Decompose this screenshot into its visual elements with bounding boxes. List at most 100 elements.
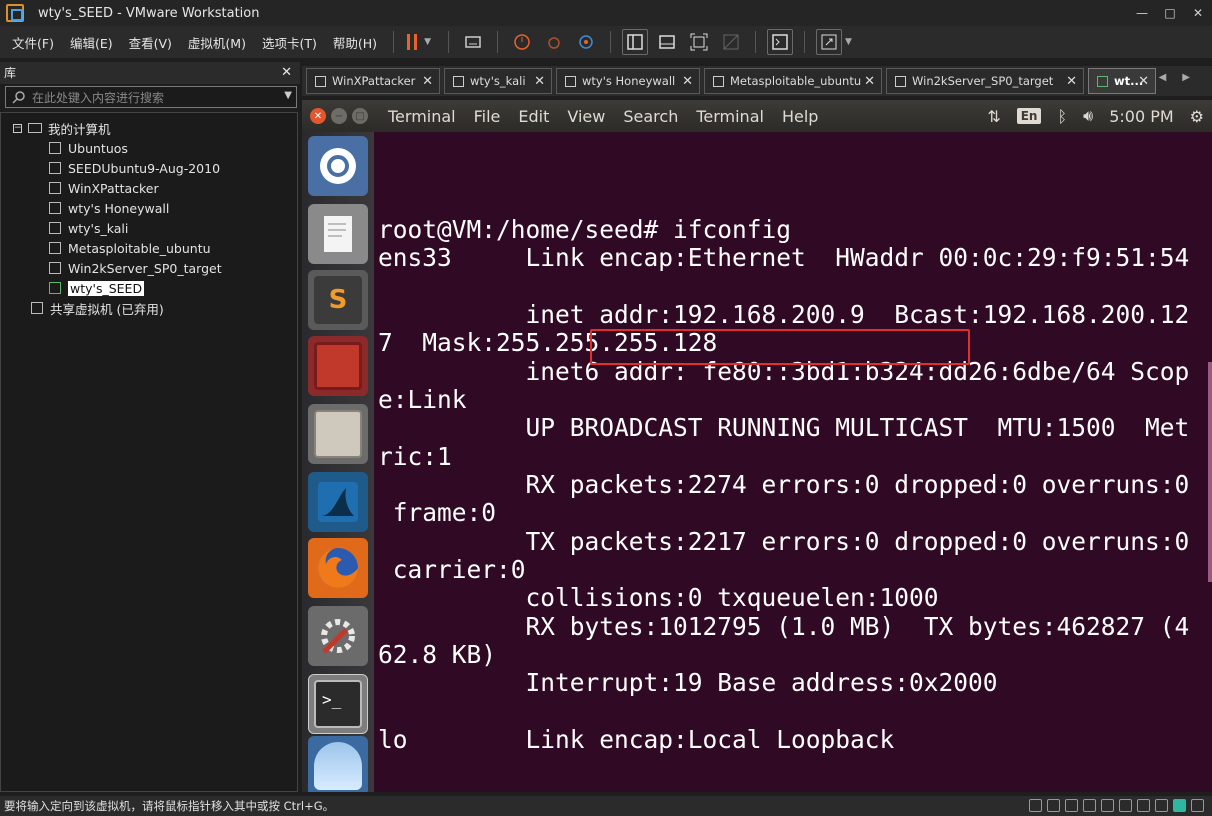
launcher-dash-button[interactable] bbox=[308, 136, 368, 196]
sound-icon[interactable] bbox=[1101, 799, 1114, 812]
take-snapshot-button[interactable] bbox=[509, 29, 535, 55]
unity-mode-button[interactable] bbox=[718, 29, 744, 55]
close-tab-icon[interactable]: ✕ bbox=[1138, 74, 1149, 89]
menu-file[interactable]: 文件(F) bbox=[4, 33, 62, 52]
keyboard-icon bbox=[465, 36, 481, 48]
menu-edit[interactable]: 编辑(E) bbox=[62, 33, 121, 52]
launcher-app-button[interactable] bbox=[308, 336, 368, 396]
tree-vm-item[interactable]: wty's_kali bbox=[49, 219, 128, 237]
show-library-button[interactable] bbox=[622, 29, 649, 55]
ubuntu-launcher: S >_ bbox=[302, 132, 374, 792]
launcher-firefox-button[interactable] bbox=[308, 538, 368, 598]
close-tab-icon[interactable]: ✕ bbox=[864, 74, 875, 89]
ubuntu-menu-file[interactable]: File bbox=[474, 107, 501, 126]
terminal-scrollbar[interactable] bbox=[1208, 362, 1212, 582]
vm-icon bbox=[49, 222, 61, 234]
shared-label: 共享虚拟机 (已弃用) bbox=[50, 301, 164, 317]
launcher-trash-button[interactable] bbox=[308, 736, 368, 792]
clock[interactable]: 5:00 PM bbox=[1109, 107, 1173, 126]
maximize-button[interactable]: □ bbox=[1156, 0, 1184, 26]
terminal-line: inet addr:192.168.200.9 Bcast:192.168.20… bbox=[378, 300, 1190, 329]
chevron-down-icon[interactable]: ▼ bbox=[845, 37, 852, 47]
close-tab-icon[interactable]: ✕ bbox=[1066, 74, 1077, 89]
launcher-text-editor-button[interactable] bbox=[308, 204, 368, 264]
minimize-button[interactable]: — bbox=[1128, 0, 1156, 26]
menu-view[interactable]: 查看(V) bbox=[121, 33, 180, 52]
launcher-settings-button[interactable] bbox=[308, 606, 368, 666]
terminal-line: UP BROADCAST RUNNING MULTICAST MTU:1500 … bbox=[378, 413, 1190, 442]
menu-vm[interactable]: 虚拟机(M) bbox=[180, 33, 254, 52]
sublime-icon: S bbox=[314, 276, 362, 324]
tree-vm-item[interactable]: wty's Honeywall bbox=[49, 199, 169, 217]
ubuntu-menu-help[interactable]: Help bbox=[782, 107, 818, 126]
tree-vm-item[interactable]: Win2kServer_SP0_target bbox=[49, 259, 222, 277]
ubuntu-menu-view[interactable]: View bbox=[567, 107, 605, 126]
close-window-button[interactable]: ✕ bbox=[1184, 0, 1212, 26]
ubuntu-menu-edit[interactable]: Edit bbox=[518, 107, 549, 126]
vm-console[interactable]: ✕ − □ Terminal File Edit View Search Ter… bbox=[302, 100, 1212, 792]
window-maximize-icon[interactable]: □ bbox=[352, 108, 368, 124]
snapshot-manager-button[interactable] bbox=[573, 29, 599, 55]
network-adapter-icon[interactable] bbox=[1065, 799, 1078, 812]
tree-shared-vms[interactable]: 共享虚拟机 (已弃用) bbox=[31, 299, 164, 317]
terminal-line: ric:1 bbox=[378, 442, 452, 471]
vm-icon bbox=[453, 75, 464, 87]
tab-metasploitable[interactable]: Metasploitable_ubuntu ✕ bbox=[704, 68, 882, 94]
vmware-app-icon[interactable] bbox=[6, 4, 24, 22]
window-minimize-icon[interactable]: − bbox=[331, 108, 347, 124]
send-ctrl-alt-del-button[interactable] bbox=[460, 29, 486, 55]
pause-vm-button[interactable]: ▼ bbox=[405, 29, 431, 55]
tab-wty-seed-active[interactable]: wt... ✕ bbox=[1088, 68, 1156, 94]
tab-win2kserver[interactable]: Win2kServer_SP0_target ✕ bbox=[886, 68, 1084, 94]
tree-vm-item[interactable]: Metasploitable_ubuntu bbox=[49, 239, 211, 257]
keyboard-language-badge[interactable]: En bbox=[1016, 108, 1042, 124]
full-screen-button[interactable] bbox=[686, 29, 712, 55]
launcher-sublime-button[interactable]: S bbox=[308, 270, 368, 330]
bluetooth-device-icon[interactable] bbox=[1155, 799, 1168, 812]
usb-icon[interactable] bbox=[1083, 799, 1096, 812]
tree-vm-item[interactable]: Ubuntuos bbox=[49, 139, 128, 157]
snapshot-clock-icon bbox=[514, 34, 530, 50]
bluetooth-icon[interactable]: ᛒ bbox=[1057, 107, 1067, 126]
menu-help[interactable]: 帮助(H) bbox=[325, 33, 385, 52]
terminal-output[interactable]: root@VM:/home/seed# ifconfig ens33 Link … bbox=[378, 132, 1212, 792]
tab-scroll-arrows[interactable]: ◀▶ bbox=[1159, 72, 1206, 83]
stretch-icon bbox=[821, 34, 837, 50]
terminal-app-title: Terminal bbox=[388, 106, 456, 126]
tree-vm-item[interactable]: WinXPattacker bbox=[49, 179, 159, 197]
volume-icon[interactable]: 🔊︎ bbox=[1083, 106, 1093, 126]
network-icon[interactable]: ⇅ bbox=[987, 107, 1000, 126]
launcher-wireshark-button[interactable] bbox=[308, 472, 368, 532]
close-library-icon[interactable]: ✕ bbox=[281, 62, 292, 84]
close-tab-icon[interactable]: ✕ bbox=[682, 74, 693, 89]
stretch-guest-button[interactable] bbox=[816, 29, 843, 55]
window-close-icon[interactable]: ✕ bbox=[310, 108, 326, 124]
console-view-button[interactable] bbox=[767, 29, 794, 55]
ubuntu-menu-search[interactable]: Search bbox=[623, 107, 678, 126]
hard-disk-icon[interactable] bbox=[1029, 799, 1042, 812]
close-tab-icon[interactable]: ✕ bbox=[422, 74, 433, 89]
stretch-status-icon[interactable] bbox=[1191, 799, 1204, 812]
cd-drive-icon[interactable] bbox=[1047, 799, 1060, 812]
gear-icon[interactable]: ⚙ bbox=[1190, 107, 1204, 126]
tree-my-computer[interactable]: − 我的计算机 bbox=[13, 119, 111, 137]
show-thumbnail-bar-button[interactable] bbox=[654, 29, 680, 55]
message-log-icon[interactable] bbox=[1173, 799, 1186, 812]
collapse-icon[interactable]: − bbox=[13, 123, 22, 133]
ubuntu-menu-terminal[interactable]: Terminal bbox=[696, 107, 764, 126]
search-dropdown-icon[interactable]: ▼ bbox=[284, 90, 292, 101]
close-tab-icon[interactable]: ✕ bbox=[534, 74, 545, 89]
tree-vm-item-selected[interactable]: wty's_SEED bbox=[49, 279, 145, 297]
printer-icon[interactable] bbox=[1119, 799, 1132, 812]
display-icon[interactable] bbox=[1137, 799, 1150, 812]
shared-vm-icon bbox=[31, 302, 43, 314]
library-search-input[interactable]: 在此处键入内容进行搜索 ▼ bbox=[5, 86, 297, 108]
tab-wty-kali[interactable]: wty's_kali ✕ bbox=[444, 68, 552, 94]
menu-tabs[interactable]: 选项卡(T) bbox=[254, 33, 325, 52]
launcher-terminal-button[interactable]: >_ bbox=[308, 674, 368, 734]
tab-winxpattacker[interactable]: WinXPattacker ✕ bbox=[306, 68, 440, 94]
tab-wty-honeywall[interactable]: wty's Honeywall ✕ bbox=[556, 68, 700, 94]
tree-vm-item[interactable]: SEEDUbuntu9-Aug-2010 bbox=[49, 159, 220, 177]
launcher-files-button[interactable] bbox=[308, 404, 368, 464]
revert-snapshot-button[interactable] bbox=[541, 29, 567, 55]
